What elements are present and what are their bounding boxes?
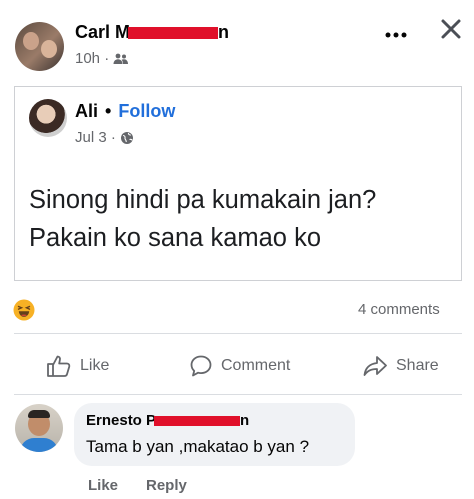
shared-post-line-1: Sinong hindi pa kumakain jan? xyxy=(29,186,377,214)
shared-author-avatar[interactable] xyxy=(29,99,67,137)
author-name-visible: Carl M xyxy=(75,22,131,42)
close-icon[interactable] xyxy=(440,18,462,45)
shared-post-date[interactable]: Jul 3 · xyxy=(75,129,116,146)
share-label: Share xyxy=(396,357,439,374)
shared-author-row: Ali • Follow xyxy=(75,101,175,122)
comment-text: Tama b yan ,makatao b yan ? xyxy=(86,437,310,456)
commenter-name-tail: n xyxy=(240,412,250,429)
follow-separator: • xyxy=(105,101,112,121)
divider-top xyxy=(14,333,462,334)
author-avatar[interactable] xyxy=(15,22,64,71)
comment-label: Comment xyxy=(221,357,291,374)
shared-post-meta: Jul 3 · xyxy=(75,129,134,146)
haha-reaction-icon[interactable] xyxy=(13,299,35,326)
shared-author-name[interactable]: Ali xyxy=(75,101,98,122)
commenter-name[interactable]: Ernesto P n xyxy=(86,412,249,429)
comment-bubble[interactable]: Ernesto P n Tama b yan ,makatao b yan ? xyxy=(74,403,355,466)
shared-post-text: Sinong hindi pa kumakain jan? Pakain ko … xyxy=(29,181,376,257)
globe-icon xyxy=(120,131,134,145)
comments-count[interactable]: 4 comments xyxy=(358,301,440,318)
shared-post-line-2: Pakain ko sana kamao ko xyxy=(29,224,322,252)
share-button[interactable]: Share xyxy=(362,354,439,378)
comment-bubble-icon xyxy=(189,354,213,378)
author-name[interactable]: Carl M n xyxy=(75,22,229,43)
friends-icon xyxy=(113,53,129,65)
comment-reply-link[interactable]: Reply xyxy=(146,477,187,494)
like-thumb-icon xyxy=(46,354,72,378)
comment-button[interactable]: Comment xyxy=(189,354,290,378)
post-meta: 10h · xyxy=(75,50,129,67)
name-redaction xyxy=(128,27,219,40)
like-label: Like xyxy=(80,357,110,374)
commenter-name-visible: Ernesto P xyxy=(86,412,157,429)
commenter-avatar[interactable] xyxy=(15,404,63,452)
like-button[interactable]: Like xyxy=(46,354,109,378)
more-dots-icon[interactable] xyxy=(385,26,407,44)
share-arrow-icon xyxy=(362,354,388,378)
comment-like-link[interactable]: Like xyxy=(88,477,118,494)
post-time[interactable]: 10h · xyxy=(75,50,109,67)
commenter-name-redaction xyxy=(154,416,241,427)
author-name-tail: n xyxy=(218,22,230,42)
shared-post-card[interactable]: Ali • Follow Jul 3 · Sinong hindi pa kum… xyxy=(14,86,462,281)
divider-bottom xyxy=(14,394,462,395)
follow-link[interactable]: Follow xyxy=(118,101,175,122)
